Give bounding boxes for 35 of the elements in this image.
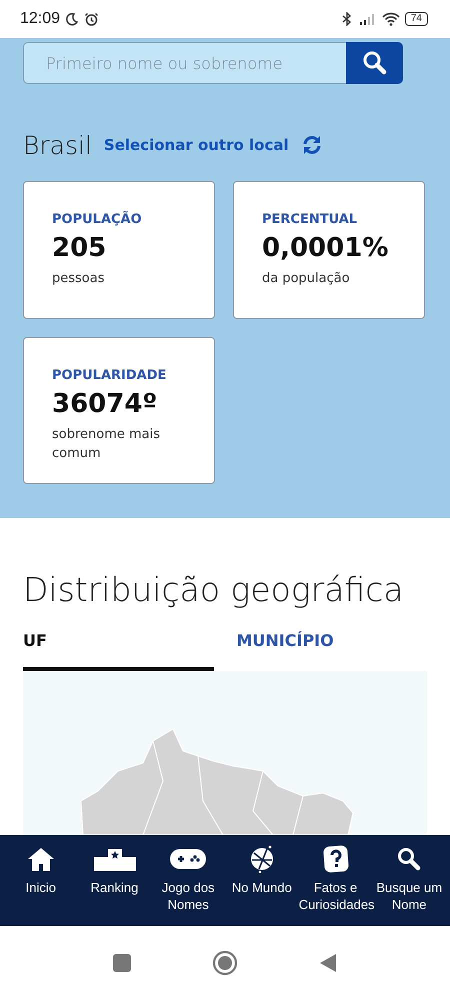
search-icon <box>362 50 388 76</box>
question-icon <box>322 845 349 873</box>
location-name: Brasil <box>23 130 92 160</box>
tab[interactable]: MUNICÍPIO <box>214 631 427 671</box>
nav-item[interactable]: Fatos e Curiosidades <box>298 845 372 926</box>
stat-caption: sobrenome mais comum <box>52 426 162 463</box>
stat-label: POPULAÇÃO <box>52 212 143 227</box>
alarm-icon <box>84 12 100 26</box>
select-location-link[interactable]: Selecionar outro local <box>104 136 289 154</box>
stat-caption: da população <box>262 270 351 288</box>
stat-label: PERCENTUAL <box>262 212 358 227</box>
home-icon <box>26 845 55 873</box>
stat-label: POPULARIDADE <box>52 368 168 383</box>
search-icon <box>396 845 422 873</box>
stat-value: 36074º <box>52 389 158 419</box>
nav-item[interactable]: Inicio <box>4 845 78 926</box>
status-time: 12:09 <box>20 10 60 28</box>
nav-item[interactable]: Jogo dos Nomes <box>151 845 226 926</box>
refresh-icon[interactable] <box>300 135 323 155</box>
stat-value: 0,0001% <box>262 233 390 263</box>
stat-value: 205 <box>52 233 108 263</box>
signal-icon <box>358 13 377 25</box>
home-button[interactable] <box>212 950 238 976</box>
search-button[interactable] <box>346 42 403 84</box>
battery-indicator: 74 <box>404 12 428 26</box>
moon-icon <box>65 12 80 26</box>
wifi-icon <box>382 12 400 26</box>
nav-item[interactable]: Ranking <box>78 845 152 926</box>
stat-caption: pessoas <box>52 270 106 288</box>
back-button[interactable] <box>318 953 338 973</box>
globe-icon <box>248 845 275 873</box>
section-title: Distribuição geográfica <box>23 569 405 611</box>
recents-button[interactable] <box>112 953 132 973</box>
search-field[interactable]: Primeiro nome ou sobrenome <box>23 42 346 84</box>
nav-item[interactable]: No Mundo <box>225 845 299 926</box>
